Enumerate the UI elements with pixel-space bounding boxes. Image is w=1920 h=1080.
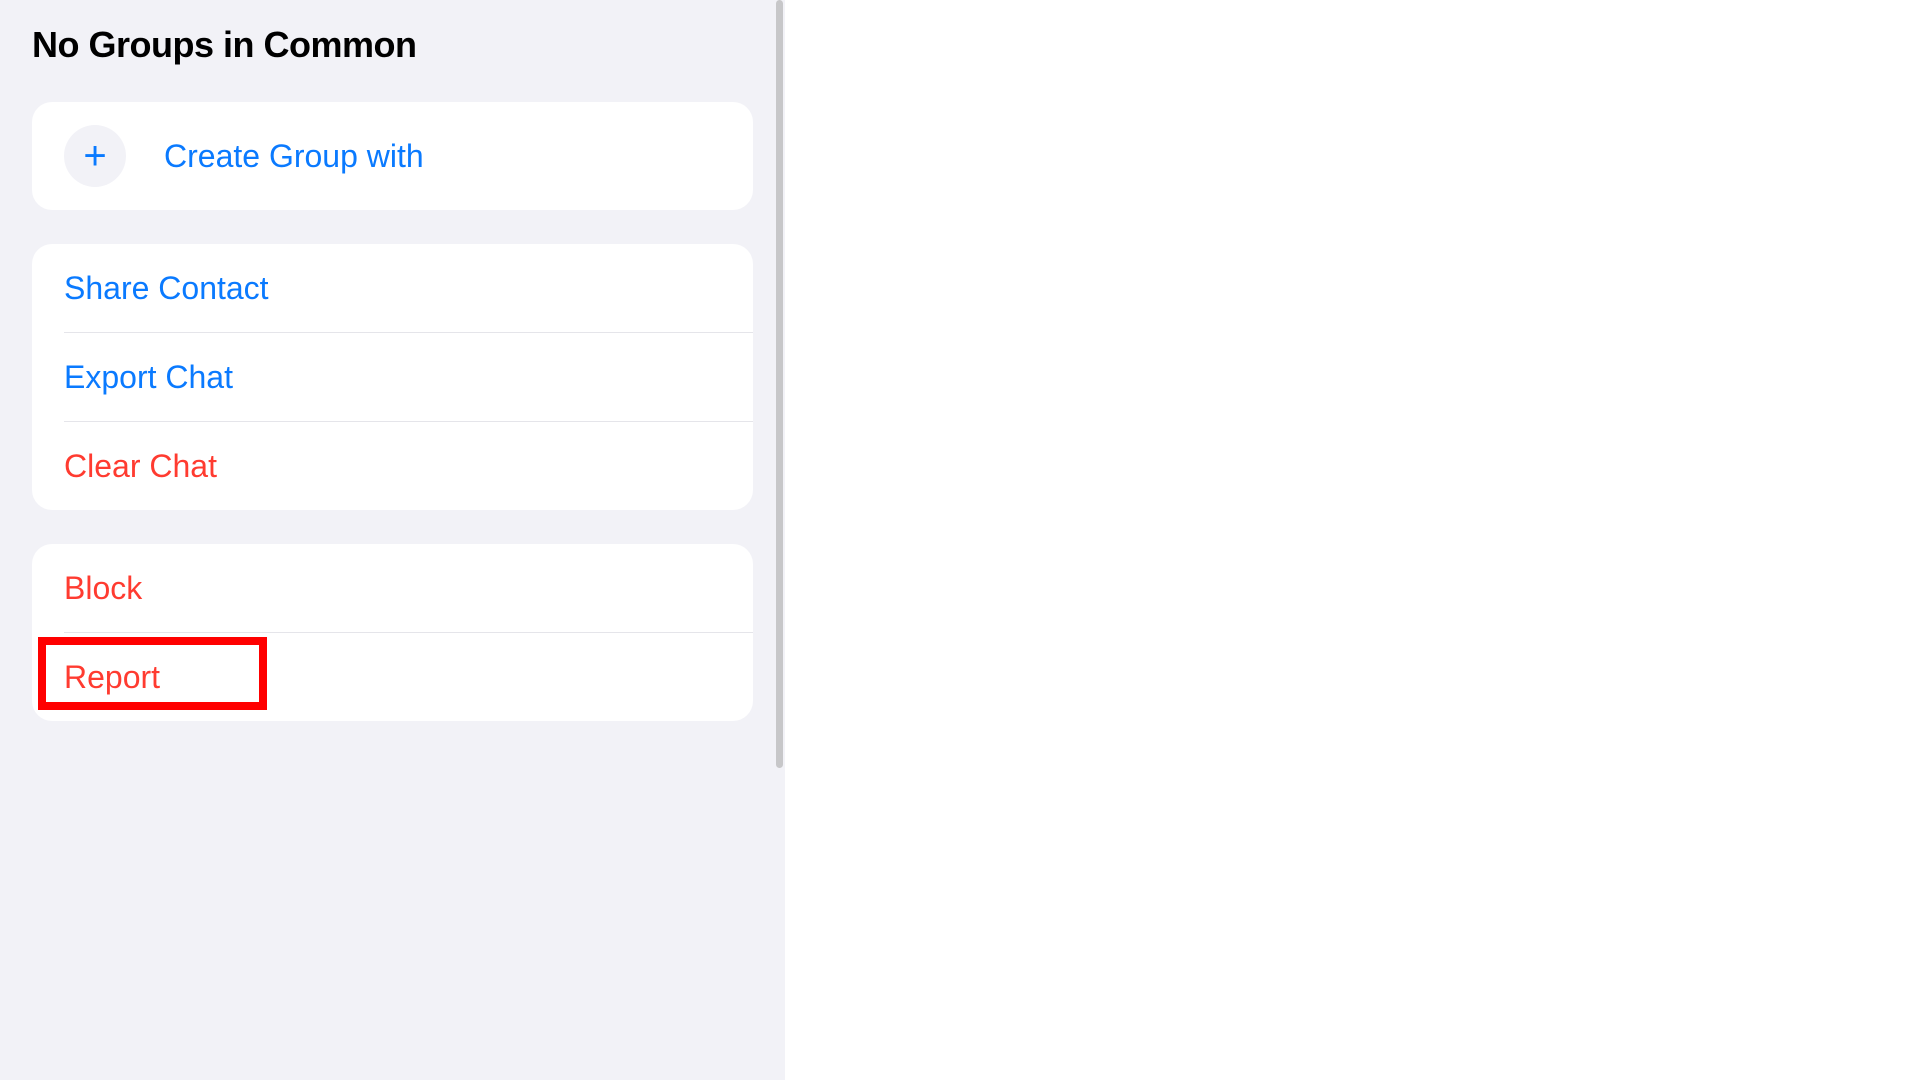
create-group-card: + Create Group with bbox=[32, 102, 753, 210]
scrollbar[interactable] bbox=[776, 0, 783, 768]
block-report-card: Block Report bbox=[32, 544, 753, 721]
contact-actions-card: Share Contact Export Chat Clear Chat bbox=[32, 244, 753, 510]
export-chat-label: Export Chat bbox=[64, 359, 233, 396]
clear-chat-item[interactable]: Clear Chat bbox=[32, 422, 753, 510]
clear-chat-label: Clear Chat bbox=[64, 448, 217, 485]
info-panel: No Groups in Common + Create Group with … bbox=[0, 0, 785, 1080]
report-item[interactable]: Report bbox=[32, 633, 753, 721]
plus-icon: + bbox=[83, 136, 106, 176]
plus-icon-circle: + bbox=[64, 125, 126, 187]
groups-in-common-header: No Groups in Common bbox=[32, 24, 753, 66]
create-group-item[interactable]: + Create Group with bbox=[32, 102, 753, 210]
report-label: Report bbox=[64, 659, 160, 696]
share-contact-item[interactable]: Share Contact bbox=[32, 244, 753, 332]
create-group-label: Create Group with bbox=[164, 138, 424, 175]
block-label: Block bbox=[64, 570, 142, 607]
right-empty-area bbox=[785, 0, 1920, 1080]
share-contact-label: Share Contact bbox=[64, 270, 269, 307]
export-chat-item[interactable]: Export Chat bbox=[32, 333, 753, 421]
block-item[interactable]: Block bbox=[32, 544, 753, 632]
